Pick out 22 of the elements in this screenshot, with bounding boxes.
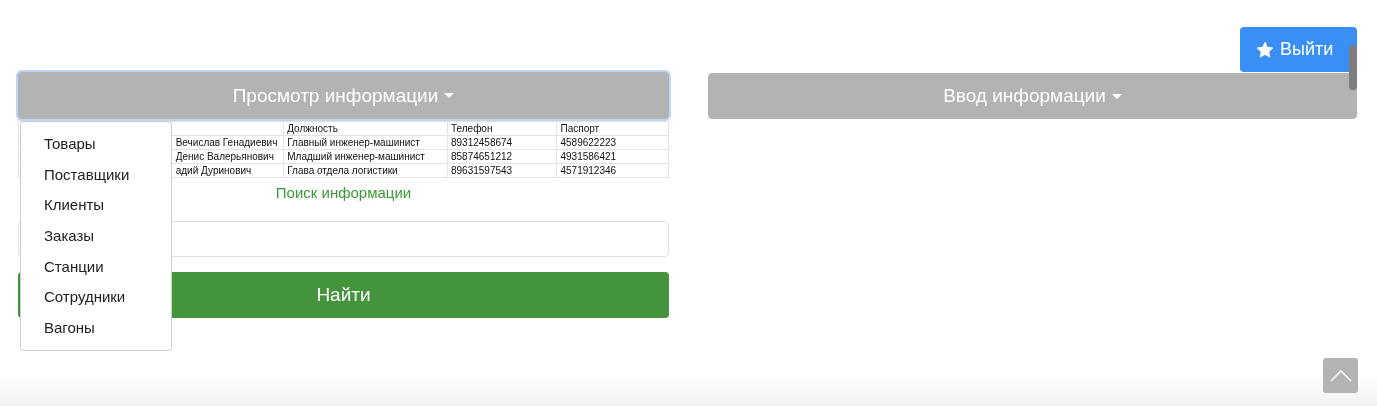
table-cell: Младший инженер-машинист: [283, 149, 448, 164]
table-cell: 85874651212: [447, 149, 557, 164]
table-cell: 4589622223: [556, 135, 669, 150]
table-cell: 4571912346: [556, 163, 669, 178]
table-cell: Главный инженер-машинист: [283, 135, 448, 150]
table-cell: 89631597543: [447, 163, 557, 178]
table-header: Телефон: [447, 121, 557, 136]
chevron-up-icon: [1329, 369, 1352, 382]
menu-item[interactable]: Заказы: [21, 222, 171, 253]
search-title: Поиск информации: [275, 184, 412, 201]
table-cell: 4931586421: [556, 149, 669, 164]
caret-icon: [444, 93, 455, 98]
table-cell: 89312458674: [447, 135, 557, 150]
scroll-top-button[interactable]: [1323, 358, 1358, 393]
star-icon: [1256, 40, 1274, 59]
table-header: Должность: [283, 121, 448, 136]
caret-icon: [1111, 93, 1122, 99]
menu-item[interactable]: Клиенты: [21, 191, 171, 223]
menu-item[interactable]: Сотрудники: [21, 283, 171, 315]
table-cell: Глава отдела логистики: [283, 163, 448, 178]
table-header: Паспорт: [556, 121, 669, 136]
scrollbar-thumb[interactable]: [1349, 45, 1357, 90]
